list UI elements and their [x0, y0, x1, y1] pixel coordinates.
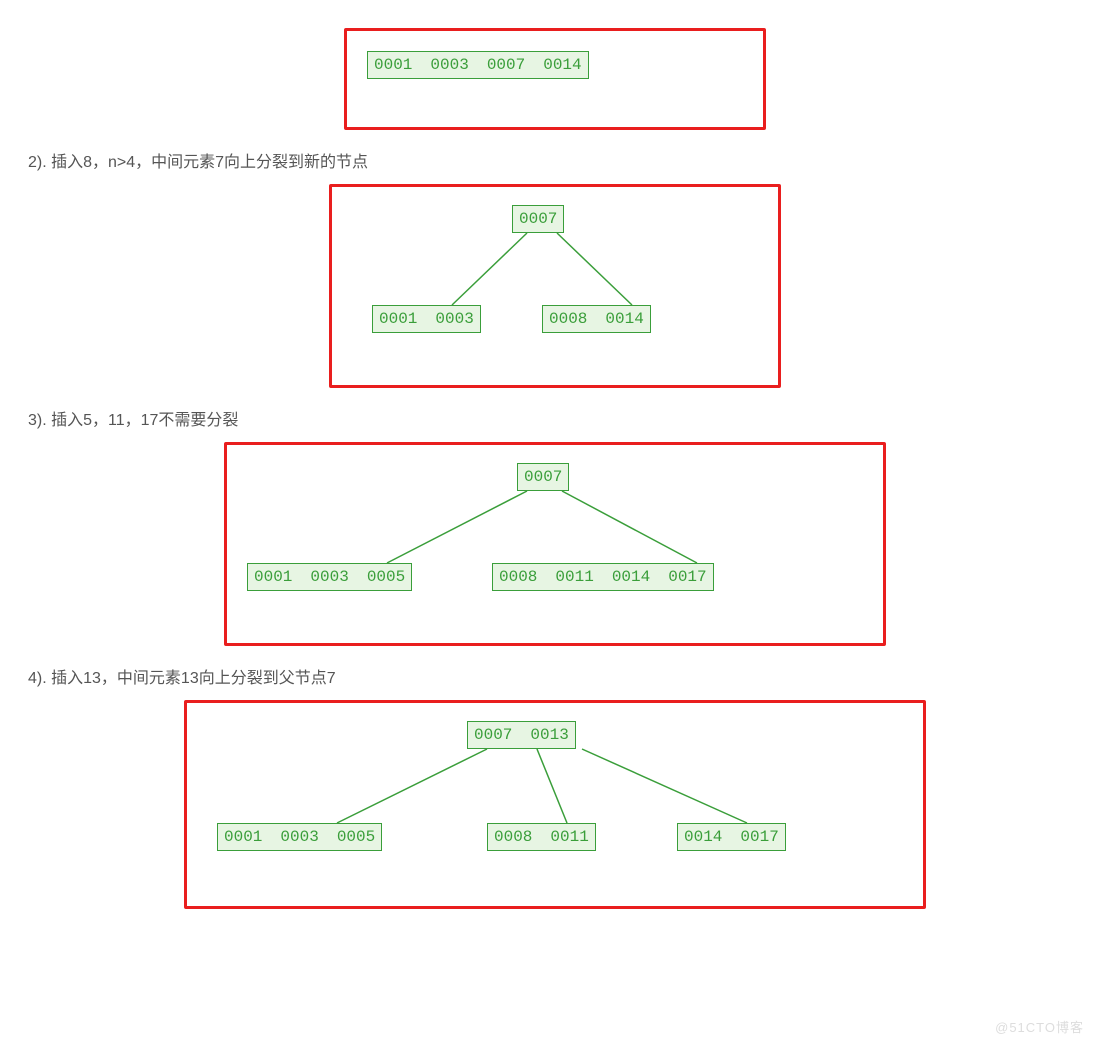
diagram-1-box: 0001 0003 0007 0014 [344, 28, 766, 130]
d1-k2: 0007 [487, 56, 525, 74]
d4-root: 0007 0013 [467, 721, 576, 749]
d3-left: 0001 0003 0005 [247, 563, 412, 591]
diagram-3-wrap: 0007 0001 0003 0005 0008 0011 0014 0017 [28, 442, 1082, 646]
diagram-4-wrap: 0007 0013 0001 0003 0005 0008 0011 0014 … [28, 700, 1082, 909]
watermark: @51CTO博客 [995, 1017, 1084, 1036]
d3-right-k2: 0014 [612, 568, 650, 586]
diagram-1-wrap: 0001 0003 0007 0014 [28, 28, 1082, 130]
d4-root-k1: 0013 [530, 726, 568, 744]
d3-left-k2: 0005 [367, 568, 405, 586]
d4-left-k0: 0001 [224, 828, 262, 846]
step4-text: 4). 插入13，中间元素13向上分裂到父节点7 [28, 664, 1082, 688]
d3-right: 0008 0011 0014 0017 [492, 563, 714, 591]
step2-text: 2). 插入8，n>4，中间元素7向上分裂到新的节点 [28, 148, 1082, 172]
diagram-3-box: 0007 0001 0003 0005 0008 0011 0014 0017 [224, 442, 886, 646]
d2-right-k0: 0008 [549, 310, 587, 328]
d1-k3: 0014 [543, 56, 581, 74]
d4-right: 0014 0017 [677, 823, 786, 851]
d4-left-k1: 0003 [280, 828, 318, 846]
d4-right-k1: 0017 [740, 828, 778, 846]
d2-right: 0008 0014 [542, 305, 651, 333]
diagram-2-box: 0007 0001 0003 0008 0014 [329, 184, 781, 388]
d2-left: 0001 0003 [372, 305, 481, 333]
d1-root: 0001 0003 0007 0014 [367, 51, 589, 79]
d3-right-k1: 0011 [555, 568, 593, 586]
d4-root-k0: 0007 [474, 726, 512, 744]
d2-right-k1: 0014 [605, 310, 643, 328]
d1-k0: 0001 [374, 56, 412, 74]
d3-right-k3: 0017 [668, 568, 706, 586]
d3-left-k1: 0003 [310, 568, 348, 586]
d4-mid: 0008 0011 [487, 823, 596, 851]
d1-k1: 0003 [430, 56, 468, 74]
d3-root: 0007 [517, 463, 569, 491]
d4-left: 0001 0003 0005 [217, 823, 382, 851]
d2-root-k0: 0007 [519, 210, 557, 228]
d2-left-k0: 0001 [379, 310, 417, 328]
d3-right-k0: 0008 [499, 568, 537, 586]
d4-left-k2: 0005 [337, 828, 375, 846]
step3-text: 3). 插入5，11，17不需要分裂 [28, 406, 1082, 430]
d4-right-k0: 0014 [684, 828, 722, 846]
d2-root: 0007 [512, 205, 564, 233]
d4-mid-k1: 0011 [550, 828, 588, 846]
d4-mid-k0: 0008 [494, 828, 532, 846]
d3-left-k0: 0001 [254, 568, 292, 586]
d2-left-k1: 0003 [435, 310, 473, 328]
diagram-4-box: 0007 0013 0001 0003 0005 0008 0011 0014 … [184, 700, 926, 909]
d3-root-k0: 0007 [524, 468, 562, 486]
diagram-2-wrap: 0007 0001 0003 0008 0014 [28, 184, 1082, 388]
